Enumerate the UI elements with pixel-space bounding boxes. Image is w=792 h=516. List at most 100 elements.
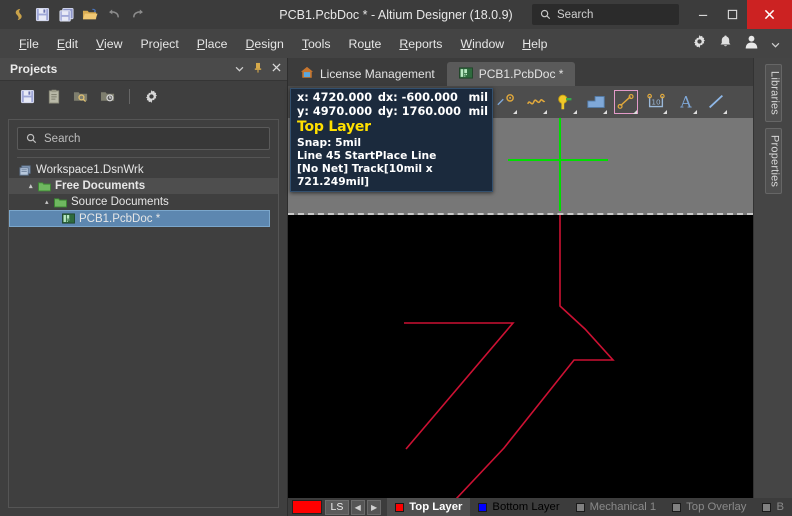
hud-row-x: x: 4720.000 dx: -600.000 mil	[297, 91, 488, 105]
tree-item-label: Source Documents	[71, 196, 169, 208]
redo-icon	[128, 5, 148, 25]
layer-sets-button[interactable]: LS	[325, 499, 349, 515]
chevron-down-icon[interactable]	[235, 64, 244, 75]
tree-item-pcb1-pcbdoc[interactable]: PCB1.PcbDoc *	[9, 210, 270, 227]
layer-tab-mechanical-1[interactable]: Mechanical 1	[568, 498, 665, 516]
gear-icon[interactable]	[142, 87, 160, 105]
maximize-button[interactable]	[718, 0, 747, 29]
gear-icon[interactable]	[692, 34, 707, 54]
projects-panel-header: Projects	[0, 58, 287, 81]
home-icon	[300, 66, 314, 82]
projects-panel: Projects Search Workspace1.DsnWrk ▴ Free…	[0, 58, 288, 516]
place-dimension-icon[interactable]: 10	[642, 88, 670, 116]
projects-search-input[interactable]: Search	[17, 127, 270, 150]
expander-icon[interactable]: ▴	[29, 182, 38, 190]
minimize-button[interactable]	[689, 0, 718, 29]
menu-reports[interactable]: Reports	[390, 34, 451, 54]
layer-tab-label: Top Layer	[409, 501, 463, 513]
menu-place[interactable]: Place	[188, 34, 237, 54]
panel-tab-properties[interactable]: Properties	[764, 128, 782, 195]
pin-icon[interactable]	[253, 62, 263, 76]
save-all-icon[interactable]	[56, 5, 76, 25]
menu-help[interactable]: Help	[513, 34, 556, 54]
menu-file[interactable]: File	[10, 34, 48, 54]
panel-tab-libraries[interactable]: Libraries	[764, 64, 782, 122]
tab-license-management[interactable]: License Management	[288, 62, 447, 86]
altium-logo-icon[interactable]	[8, 5, 28, 25]
tree-item-label: Workspace1.DsnWrk	[36, 164, 144, 176]
user-icon[interactable]	[744, 34, 759, 54]
menu-tools[interactable]: Tools	[293, 34, 340, 54]
hud-dx-value: -600.000	[401, 91, 458, 104]
pcb-icon	[62, 213, 75, 224]
tab-label: License Management	[320, 67, 435, 81]
undo-icon	[104, 5, 124, 25]
altium-designer-window: PCB1.PcbDoc * - Altium Designer (18.0.9)…	[0, 0, 792, 516]
pcb-icon	[458, 66, 473, 82]
tree-item-source-documents[interactable]: ▴ Source Documents	[9, 194, 278, 210]
chevron-down-icon[interactable]	[771, 35, 780, 53]
current-layer-color-swatch[interactable]	[292, 500, 323, 514]
folder-search-icon[interactable]	[72, 87, 90, 105]
folder-icon	[38, 181, 51, 192]
save-icon[interactable]	[32, 5, 52, 25]
menu-edit[interactable]: Edit	[48, 34, 87, 54]
place-string-icon[interactable]: A	[672, 88, 700, 116]
save-icon[interactable]	[18, 87, 36, 105]
hud-dy-key: dy:	[377, 105, 398, 118]
hud-dy-value: 1760.000	[401, 105, 462, 118]
menu-design[interactable]: Design	[237, 34, 293, 54]
place-polygon-icon[interactable]	[522, 88, 550, 116]
folder-history-icon[interactable]	[99, 87, 117, 105]
place-via-icon[interactable]	[552, 88, 580, 116]
toolbar-separator	[129, 88, 130, 104]
global-search-box[interactable]: Search	[532, 4, 679, 25]
layer-tab-top-overlay[interactable]: Top Overlay	[664, 498, 754, 516]
scroll-layers-left-button[interactable]: ◀	[350, 499, 365, 515]
titlebar-right-controls: Search	[532, 0, 792, 29]
layer-color-swatch	[478, 502, 488, 512]
coordinate-heads-up-display: x: 4720.000 dx: -600.000 mil y: 4970.000…	[290, 88, 493, 192]
place-fill-icon[interactable]	[582, 88, 610, 116]
layer-color-swatch	[672, 502, 682, 512]
projects-toolbar	[0, 81, 287, 111]
layer-tab-bottom-layer[interactable]: Bottom Layer	[470, 498, 567, 516]
document-tab-bar: License Management PCB1.PcbDoc *	[288, 58, 792, 86]
hud-x-key: x:	[297, 91, 309, 104]
layer-tab-label: Top Overlay	[686, 501, 747, 513]
hud-row-y: y: 4970.000 dy: 1760.000 mil	[297, 105, 488, 119]
hud-dx-key: dx:	[377, 91, 398, 104]
quick-access-toolbar	[0, 5, 148, 25]
scroll-layers-right-button[interactable]: ▶	[366, 499, 382, 515]
hud-snap: Snap: 5mil	[297, 136, 362, 149]
menu-project[interactable]: Project	[131, 34, 187, 54]
hud-y-key: y:	[297, 105, 309, 118]
close-button[interactable]	[747, 0, 792, 29]
search-icon	[540, 9, 551, 20]
tree-item-label: PCB1.PcbDoc *	[79, 212, 161, 225]
title-bar: PCB1.PcbDoc * - Altium Designer (18.0.9)…	[0, 0, 792, 29]
menu-view[interactable]: View	[87, 34, 131, 54]
open-folder-icon[interactable]	[80, 5, 100, 25]
layer-tab-label: Mechanical 1	[589, 501, 657, 513]
clipboard-icon[interactable]	[45, 87, 63, 105]
svg-text:A: A	[679, 93, 692, 111]
place-line-icon[interactable]	[612, 88, 640, 116]
tree-item-free-documents[interactable]: ▴ Free Documents	[9, 178, 278, 194]
bell-icon[interactable]	[719, 34, 732, 54]
layer-tab-label: B	[776, 501, 784, 513]
close-icon[interactable]	[272, 63, 281, 75]
tab-label: PCB1.PcbDoc *	[478, 67, 564, 81]
hud-line-status: Line 45 StartPlace Line	[297, 149, 437, 162]
menu-window[interactable]: Window	[451, 34, 513, 54]
expander-icon[interactable]: ▴	[45, 198, 54, 206]
layer-tab-top-layer[interactable]: Top Layer	[387, 498, 471, 516]
place-track-icon[interactable]	[702, 88, 730, 116]
tab-pcb1-pcbdoc[interactable]: PCB1.PcbDoc *	[446, 62, 576, 86]
place-pad-icon[interactable]	[492, 88, 520, 116]
layer-tab-label: Bottom Layer	[492, 501, 560, 513]
folder-icon	[54, 197, 67, 208]
tree-item-workspace[interactable]: Workspace1.DsnWrk	[9, 162, 278, 178]
menu-route[interactable]: Route	[340, 34, 391, 54]
layer-tab-truncated[interactable]: B	[754, 498, 792, 516]
